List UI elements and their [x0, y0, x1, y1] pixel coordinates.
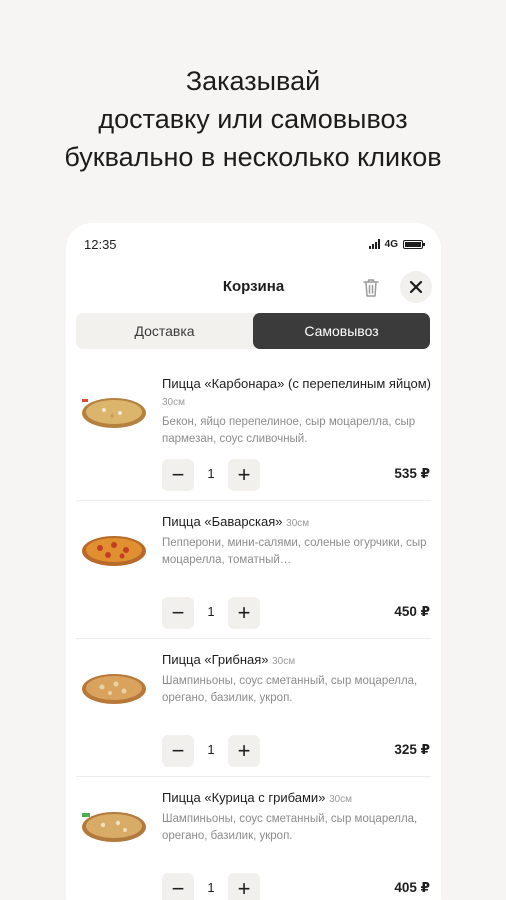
item-price: 450 ₽ — [394, 604, 430, 619]
promo-headline: Заказывай доставку или самовывоз букваль… — [0, 62, 506, 176]
promo-line-2: доставку или самовывоз — [98, 104, 408, 134]
item-size: 30см — [272, 656, 296, 667]
increase-button[interactable]: + — [228, 735, 260, 767]
close-icon — [409, 280, 423, 294]
pizza-image — [80, 791, 150, 861]
pizza-image — [80, 653, 150, 723]
quantity-stepper: − 1 + 325 ₽ — [162, 735, 430, 767]
item-size: 30см — [162, 397, 185, 408]
quantity-value: 1 — [207, 604, 215, 619]
item-description: Шампиньоны, соус сметанный, сыр моцарелл… — [162, 675, 418, 704]
tab-delivery[interactable]: Доставка — [76, 313, 253, 349]
promo-line-1: Заказывай — [185, 66, 321, 96]
item-info: Пицца «Карбонара» (с перепелиным яйцом) … — [162, 375, 432, 448]
item-info: Пицца «Курица с грибами» 30см Шампиньоны… — [162, 789, 432, 845]
decrease-button[interactable]: − — [162, 873, 194, 900]
quantity-stepper: − 1 + 535 ₽ — [162, 459, 430, 491]
item-name: Пицца «Курица с грибами» 30см — [162, 790, 353, 805]
quantity-stepper: − 1 + 450 ₽ — [162, 597, 430, 629]
item-info: Пицца «Грибная» 30см Шампиньоны, соус см… — [162, 651, 432, 707]
item-price: 535 ₽ — [394, 466, 430, 481]
item-name: Пицца «Карбонара» (с перепелиным яйцом) … — [162, 376, 432, 408]
item-description: Бекон, яйцо перепелиное, сыр моцарелла, … — [162, 416, 416, 445]
item-info: Пицца «Баварская» 30см Пепперони, мини-с… — [162, 513, 432, 569]
pizza-image — [80, 515, 150, 585]
quantity-value: 1 — [207, 880, 215, 895]
page-title: Корзина — [222, 278, 285, 295]
cart-item: Пицца «Карбонара» (с перепелиным яйцом) … — [76, 363, 431, 501]
status-time: 12:35 — [84, 236, 117, 252]
cart-list: Пицца «Карбонара» (с перепелиным яйцом) … — [66, 363, 441, 900]
signal-icon — [368, 239, 380, 249]
decrease-button[interactable]: − — [162, 459, 194, 491]
status-bar: 12:35 4G — [84, 235, 425, 253]
cart-item: Пицца «Грибная» 30см Шампиньоны, соус см… — [76, 639, 431, 777]
promo-line-3: буквально в несколько кликов — [64, 142, 442, 172]
status-indicators: 4G — [368, 238, 425, 250]
item-description: Пепперони, мини-салями, соленые огурчики… — [162, 537, 427, 566]
increase-button[interactable]: + — [228, 459, 260, 491]
cart-item: Пицца «Курица с грибами» 30см Шампиньоны… — [76, 777, 431, 900]
decrease-button[interactable]: − — [162, 735, 194, 767]
item-description: Шампиньоны, соус сметанный, сыр моцарелл… — [162, 813, 418, 842]
cart-item: Пицца «Баварская» 30см Пепперони, мини-с… — [76, 501, 431, 639]
item-name: Пицца «Баварская» 30см — [162, 514, 310, 529]
item-size: 30см — [286, 518, 310, 529]
decrease-button[interactable]: − — [162, 597, 194, 629]
close-button[interactable] — [400, 271, 432, 303]
cart-header: Корзина — [66, 271, 441, 305]
item-price: 325 ₽ — [394, 742, 430, 757]
tab-pickup[interactable]: Самовывоз — [253, 313, 430, 349]
quantity-stepper: − 1 + 405 ₽ — [162, 873, 430, 900]
phone-screen: 12:35 4G Корзина Доставка Самовывоз Пицц… — [66, 223, 441, 900]
quantity-value: 1 — [207, 466, 215, 481]
pizza-image — [80, 377, 150, 447]
increase-button[interactable]: + — [228, 873, 260, 900]
item-size: 30см — [329, 794, 353, 805]
item-price: 405 ₽ — [394, 880, 430, 895]
battery-icon — [403, 239, 425, 249]
quantity-value: 1 — [207, 742, 215, 757]
item-name: Пицца «Грибная» 30см — [162, 652, 296, 667]
network-label: 4G — [384, 238, 398, 250]
trash-icon[interactable] — [360, 275, 382, 301]
increase-button[interactable]: + — [228, 597, 260, 629]
delivery-tabs: Доставка Самовывоз — [76, 313, 430, 349]
